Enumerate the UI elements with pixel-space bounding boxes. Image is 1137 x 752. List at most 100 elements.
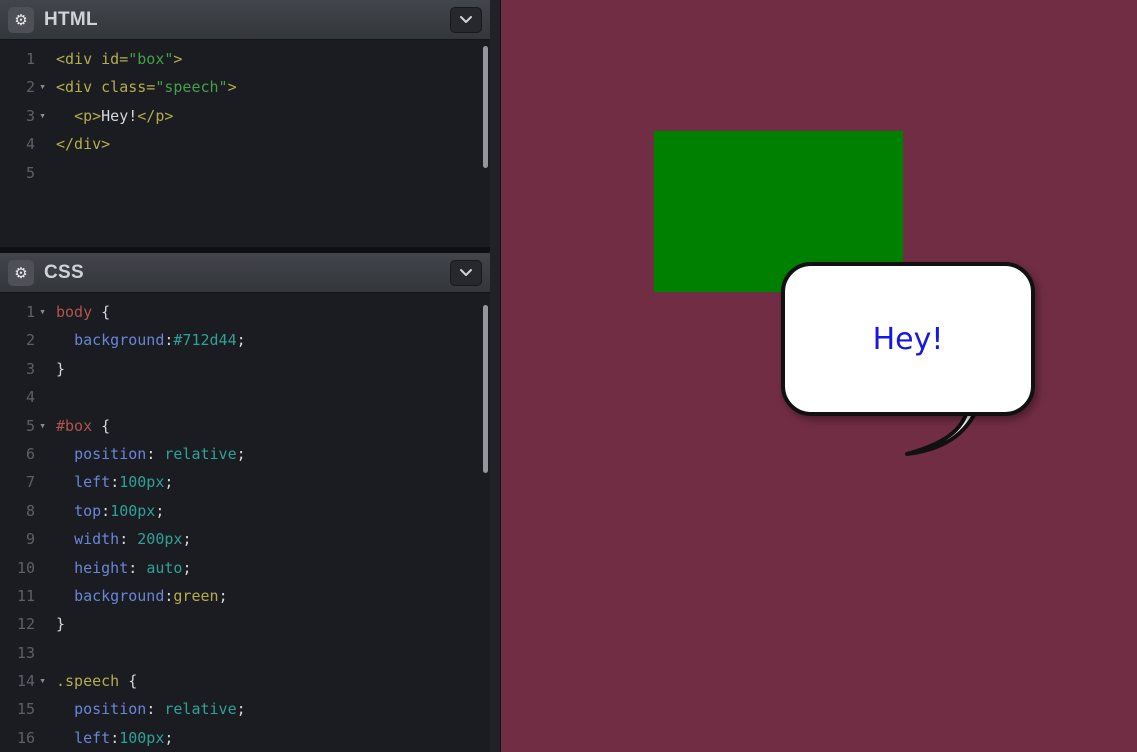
line-gutter: 1 [0, 45, 50, 73]
code-line[interactable]: 12} [0, 610, 490, 638]
line-gutter: 2 [0, 326, 50, 354]
line-number: 5 [25, 416, 35, 435]
code-line[interactable]: 11 background:green; [0, 582, 490, 610]
code-line[interactable]: 1 <div id="box"> [0, 45, 490, 73]
line-number: 9 [25, 530, 35, 549]
speech-bubble-text: Hey! [872, 321, 944, 357]
line-gutter: 4 [0, 383, 50, 411]
line-gutter: 11 [0, 582, 50, 610]
css-editor-header: ⚙ CSS [0, 253, 490, 293]
code-text: width: 200px; [74, 530, 192, 549]
html-scrollbar-thumb[interactable] [483, 46, 488, 168]
code-line[interactable]: 1 ▾ body { [0, 298, 490, 326]
speech-bubble: Hey! [781, 262, 1035, 416]
line-gutter: 7 [0, 468, 50, 496]
line-gutter: 4 [0, 130, 50, 158]
line-number: 16 [16, 728, 35, 747]
line-number: 14 [16, 672, 35, 691]
code-line[interactable]: 4 [0, 383, 490, 411]
line-number: 6 [25, 444, 35, 463]
line-number: 2 [25, 331, 35, 350]
code-text: .speech { [56, 672, 138, 691]
code-line[interactable]: 3 ▾ <p>Hey!</p> [0, 102, 490, 130]
fold-arrow-icon[interactable]: ▾ [35, 73, 50, 101]
line-number: 4 [25, 388, 35, 407]
line-number: 13 [16, 643, 35, 662]
code-text: top:100px; [74, 501, 165, 520]
code-line[interactable]: 15 position: relative; [0, 695, 490, 723]
line-gutter: 12 [0, 610, 50, 638]
editors-column: ⚙ HTML 1 <div id="box"> 2 ▾ <div class="spee… [0, 0, 490, 752]
line-number: 11 [16, 586, 35, 605]
code-text: <div class="speech"> [56, 78, 237, 97]
line-number: 8 [25, 501, 35, 520]
code-text: left:100px; [74, 728, 174, 747]
code-line[interactable]: 8 top:100px; [0, 497, 490, 525]
line-number: 1 [25, 303, 35, 321]
line-number: 12 [16, 615, 35, 634]
code-line[interactable]: 10 height: auto; [0, 554, 490, 582]
code-text: position: relative; [74, 700, 246, 719]
css-panel-title: CSS [44, 261, 84, 283]
collapse-html-button[interactable] [450, 6, 482, 33]
code-line[interactable]: 7 left:100px; [0, 468, 490, 496]
line-number: 7 [25, 473, 35, 492]
line-gutter: 9 [0, 525, 50, 553]
code-text: left:100px; [74, 473, 174, 492]
code-text: </div> [56, 135, 111, 154]
collapse-css-button[interactable] [450, 259, 482, 286]
line-number: 2 [25, 78, 35, 97]
line-gutter: 13 [0, 639, 50, 667]
code-line[interactable]: 2 background:#712d44; [0, 326, 490, 354]
workspace: ⚙ HTML 1 <div id="box"> 2 ▾ <div class="spee… [0, 0, 1137, 752]
code-text: <div id="box"> [56, 50, 183, 68]
code-text: body { [56, 303, 111, 321]
line-gutter: 14 ▾ [0, 667, 50, 695]
html-code-area[interactable]: 1 <div id="box"> 2 ▾ <div class="speech"> 3 ▾ … [0, 40, 490, 247]
gear-icon[interactable]: ⚙ [8, 6, 34, 33]
preview-pane: Hey! [501, 0, 1137, 752]
line-gutter: 10 [0, 554, 50, 582]
gear-icon[interactable]: ⚙ [8, 259, 34, 286]
code-line[interactable]: 2 ▾ <div class="speech"> [0, 73, 490, 101]
line-number: 5 [25, 163, 35, 182]
line-gutter: 6 [0, 440, 50, 468]
line-number: 1 [25, 50, 35, 68]
code-text: } [56, 615, 66, 634]
line-number: 3 [25, 106, 35, 125]
code-line[interactable]: 14 ▾ .speech { [0, 667, 490, 695]
line-gutter: 8 [0, 497, 50, 525]
line-gutter: 1 ▾ [0, 298, 50, 326]
line-gutter: 3 [0, 355, 50, 383]
fold-arrow-icon[interactable]: ▾ [35, 412, 50, 440]
code-line[interactable]: 4 </div> [0, 130, 490, 158]
fold-arrow-icon[interactable]: ▾ [35, 298, 50, 326]
pane-resizer[interactable] [490, 0, 501, 752]
html-editor-header: ⚙ HTML [0, 0, 490, 40]
code-text: } [56, 359, 66, 378]
code-text: position: relative; [74, 444, 246, 463]
code-line[interactable]: 9 width: 200px; [0, 525, 490, 553]
code-line[interactable]: 13 [0, 639, 490, 667]
fold-arrow-icon[interactable]: ▾ [35, 667, 50, 695]
line-gutter: 5 ▾ [0, 412, 50, 440]
line-number: 10 [16, 558, 35, 577]
code-text: <p>Hey!</p> [74, 106, 174, 125]
code-line[interactable]: 5 ▾ #box { [0, 412, 490, 440]
line-gutter: 5 [0, 159, 50, 187]
line-gutter: 2 ▾ [0, 73, 50, 101]
code-line[interactable]: 3} [0, 355, 490, 383]
code-line[interactable]: 16 left:100px; [0, 724, 490, 752]
line-number: 3 [25, 359, 35, 378]
code-line[interactable]: 5 [0, 159, 490, 187]
html-panel-title: HTML [44, 8, 98, 30]
css-scrollbar-thumb[interactable] [483, 305, 488, 473]
code-text: background:green; [74, 586, 228, 605]
code-line[interactable]: 6 position: relative; [0, 440, 490, 468]
css-code-area[interactable]: 1 ▾ body {2 background:#712d44; 3} 4 5 ▾ #box {… [0, 293, 490, 752]
fold-arrow-icon[interactable]: ▾ [35, 102, 50, 130]
line-gutter: 15 [0, 695, 50, 723]
